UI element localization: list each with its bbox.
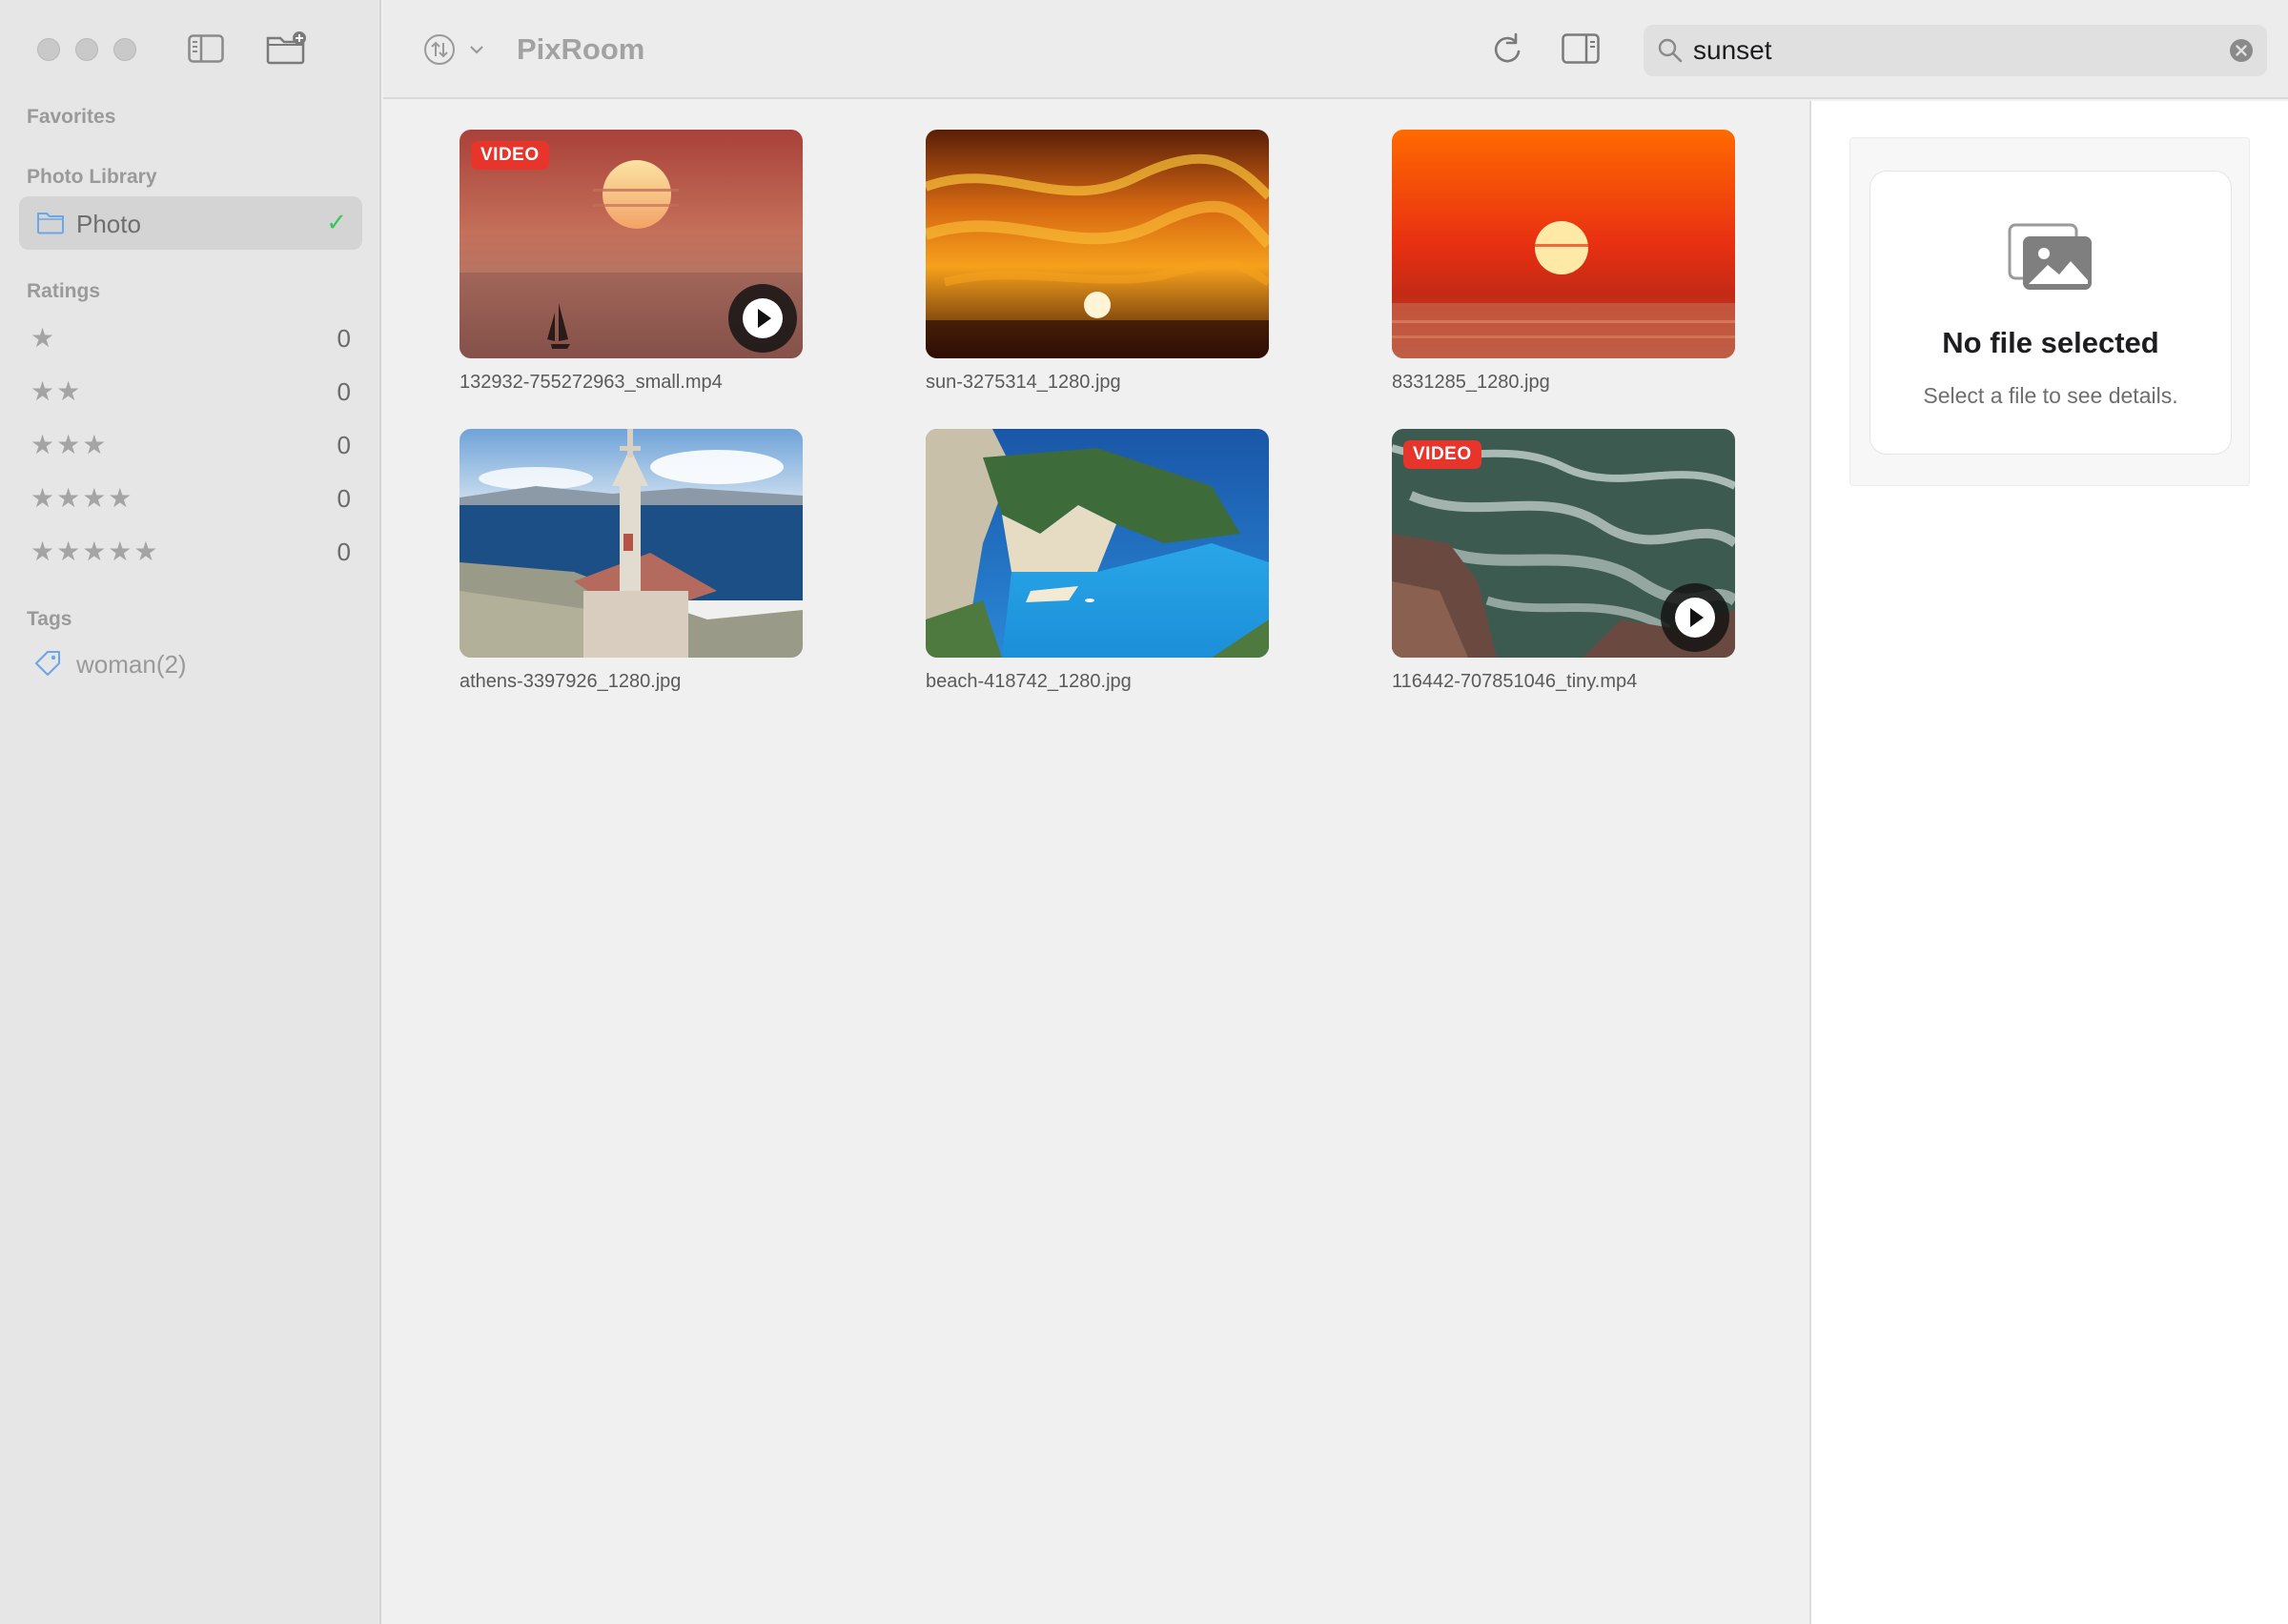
video-badge: VIDEO (471, 141, 549, 170)
folder-plus-icon[interactable] (265, 29, 309, 67)
play-button[interactable] (1661, 583, 1729, 652)
grid-item-thumbnail[interactable]: VIDEO (460, 130, 803, 358)
details-panel: No file selected Select a file to see de… (1809, 101, 2288, 1624)
no-file-title: No file selected (1942, 326, 2159, 359)
toolbar: PixRoom (383, 0, 2288, 99)
file-name-label: 132932-755272963_small.mp4 (460, 372, 723, 393)
rating-count: 0 (337, 377, 351, 406)
rating-count: 0 (337, 538, 351, 566)
play-icon (1675, 598, 1715, 638)
rating-count: 0 (337, 484, 351, 513)
chapel-coast-image (460, 429, 803, 658)
favorites-heading: Favorites (27, 106, 116, 128)
cove-beach-image (926, 429, 1269, 658)
tag-label: woman(2) (76, 650, 187, 679)
star-rating-icon: ★ (31, 323, 57, 353)
grid-item-thumbnail[interactable] (926, 130, 1269, 358)
rating-count: 0 (337, 324, 351, 353)
video-badge: VIDEO (1403, 440, 1481, 469)
tag-icon (32, 648, 63, 683)
rating-count: 0 (337, 431, 351, 459)
empty-selection-card: No file selected Select a file to see de… (1869, 171, 2232, 455)
app-title: PixRoom (517, 32, 645, 66)
red-sea-sunset-image (1392, 130, 1735, 358)
no-file-subtitle: Select a file to see details. (1923, 383, 2178, 408)
file-name-label: sun-3275314_1280.jpg (926, 372, 1121, 393)
sidebar-tag-woman[interactable]: woman(2) (32, 646, 337, 684)
rating-filter-5[interactable]: ★★★★★ 0 (27, 532, 351, 570)
grid-item-thumbnail[interactable]: VIDEO (1392, 429, 1735, 658)
zoom-window-button[interactable] (113, 38, 136, 61)
search-input[interactable] (1693, 32, 2208, 69)
file-name-label: beach-418742_1280.jpg (926, 671, 1132, 692)
photo-library-heading: Photo Library (27, 166, 157, 188)
folder-icon (36, 210, 65, 239)
file-name-label: athens-3397926_1280.jpg (460, 671, 682, 692)
refresh-icon[interactable] (1487, 29, 1529, 71)
star-rating-icon: ★★ (31, 376, 83, 406)
checkmark-icon: ✓ (326, 208, 347, 236)
file-name-label: 8331285_1280.jpg (1392, 372, 1550, 393)
sidebar-toggle-icon[interactable] (187, 32, 225, 65)
app-window: Favorites Photo Library Photo ✓ Ratings … (0, 0, 2288, 1624)
search-icon (1657, 37, 1684, 69)
details-container: No file selected Select a file to see de… (1849, 137, 2250, 486)
sidebar: Favorites Photo Library Photo ✓ Ratings … (0, 0, 381, 1624)
star-rating-icon: ★★★★ (31, 483, 134, 513)
photo-gallery-icon (2008, 221, 2095, 298)
file-name-label: 116442-707851046_tiny.mp4 (1392, 671, 1638, 692)
clear-search-icon[interactable] (2229, 38, 2254, 68)
minimize-window-button[interactable] (75, 38, 98, 61)
star-rating-icon: ★★★★★ (31, 537, 160, 566)
sort-icon[interactable] (421, 30, 488, 69)
search-field[interactable] (1644, 25, 2267, 76)
sidebar-item-label: Photo (76, 210, 141, 238)
grid-item-thumbnail[interactable] (1392, 130, 1735, 358)
close-window-button[interactable] (37, 38, 60, 61)
inspector-panel-icon[interactable] (1560, 30, 1602, 67)
star-rating-icon: ★★★ (31, 430, 109, 459)
sidebar-item-photo[interactable]: Photo ✓ (19, 196, 362, 250)
orange-sky-sunset-image (926, 130, 1269, 358)
play-button[interactable] (728, 284, 797, 353)
rating-filter-1[interactable]: ★ 0 (27, 318, 351, 356)
grid-item-thumbnail[interactable] (926, 429, 1269, 658)
tags-heading: Tags (27, 608, 72, 630)
photo-grid: VIDEO 132932-755272963_small.mp4 sun-327… (383, 101, 1809, 1624)
rating-filter-4[interactable]: ★★★★ 0 (27, 478, 351, 517)
play-icon (743, 298, 783, 338)
rating-filter-3[interactable]: ★★★ 0 (27, 425, 351, 463)
rating-filter-2[interactable]: ★★ 0 (27, 372, 351, 410)
grid-item-thumbnail[interactable] (460, 429, 803, 658)
ratings-heading: Ratings (27, 280, 101, 302)
